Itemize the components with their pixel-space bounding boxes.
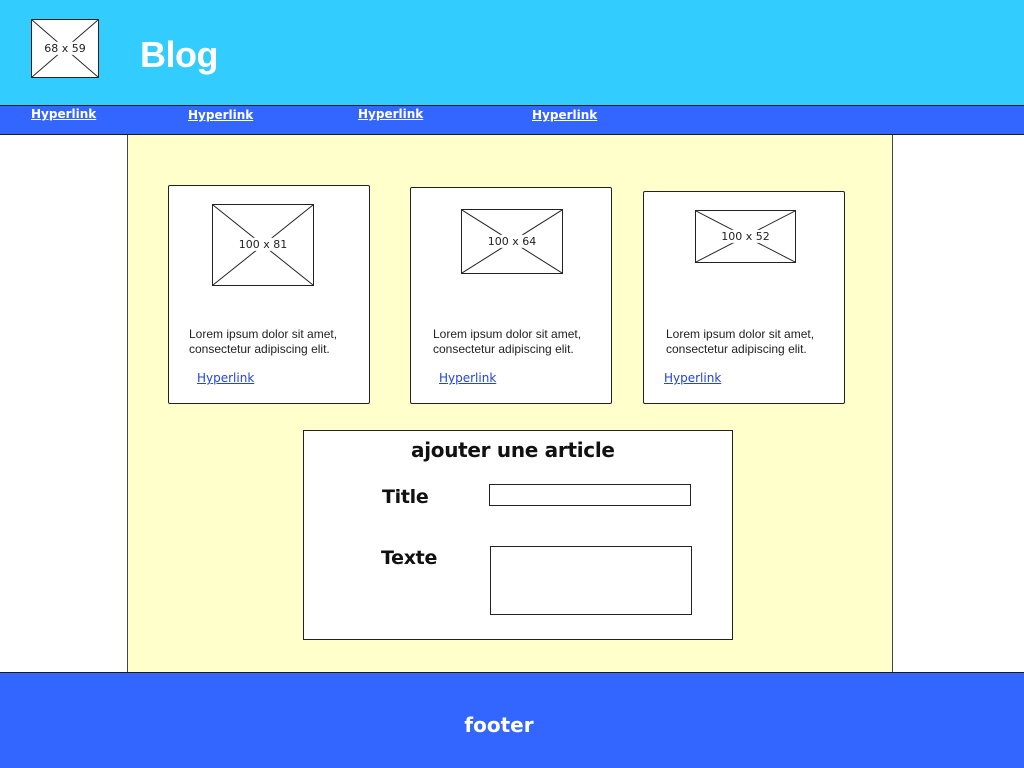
card-text: Lorem ipsum dolor sit amet, consectetur …	[189, 327, 338, 356]
nav-link-2[interactable]: Hyperlink	[188, 108, 253, 122]
card-link[interactable]: Hyperlink	[439, 371, 496, 385]
title-label: Title	[382, 486, 429, 508]
card-link[interactable]: Hyperlink	[197, 371, 254, 385]
logo-image-placeholder: 68 x 59	[31, 19, 99, 78]
text-label: Texte	[381, 547, 438, 569]
nav-link-3[interactable]: Hyperlink	[358, 107, 423, 121]
logo-size-label: 68 x 59	[43, 41, 87, 55]
nav-link-1[interactable]: Hyperlink	[31, 107, 96, 121]
card-text: Lorem ipsum dolor sit amet, consectetur …	[433, 327, 582, 356]
footer: footer	[0, 672, 1024, 768]
title-input[interactable]	[489, 484, 691, 506]
card-image-placeholder: 100 x 52	[695, 210, 796, 263]
card-image-size-label: 100 x 81	[237, 237, 289, 251]
card-image-size-label: 100 x 52	[720, 229, 771, 243]
nav-link-4[interactable]: Hyperlink	[532, 108, 597, 122]
text-input[interactable]	[490, 546, 692, 615]
form-title: ajouter une article	[411, 438, 615, 462]
card-image-placeholder: 100 x 81	[212, 204, 314, 286]
card-image-placeholder: 100 x 64	[461, 209, 563, 274]
card-text: Lorem ipsum dolor sit amet, consectetur …	[666, 327, 815, 356]
site-title: Blog	[140, 34, 218, 75]
article-card: 100 x 52 Lorem ipsum dolor sit amet, con…	[643, 191, 845, 404]
card-image-size-label: 100 x 64	[486, 234, 538, 248]
article-card: 100 x 64 Lorem ipsum dolor sit amet, con…	[410, 187, 612, 404]
nav-bar: Hyperlink Hyperlink Hyperlink Hyperlink	[0, 106, 1024, 135]
article-card: 100 x 81 Lorem ipsum dolor sit amet, con…	[168, 185, 370, 404]
footer-text: footer	[464, 713, 534, 737]
add-article-form: ajouter une article Title Texte	[303, 430, 733, 640]
header: 68 x 59 Blog	[0, 0, 1024, 106]
card-link[interactable]: Hyperlink	[664, 371, 721, 385]
